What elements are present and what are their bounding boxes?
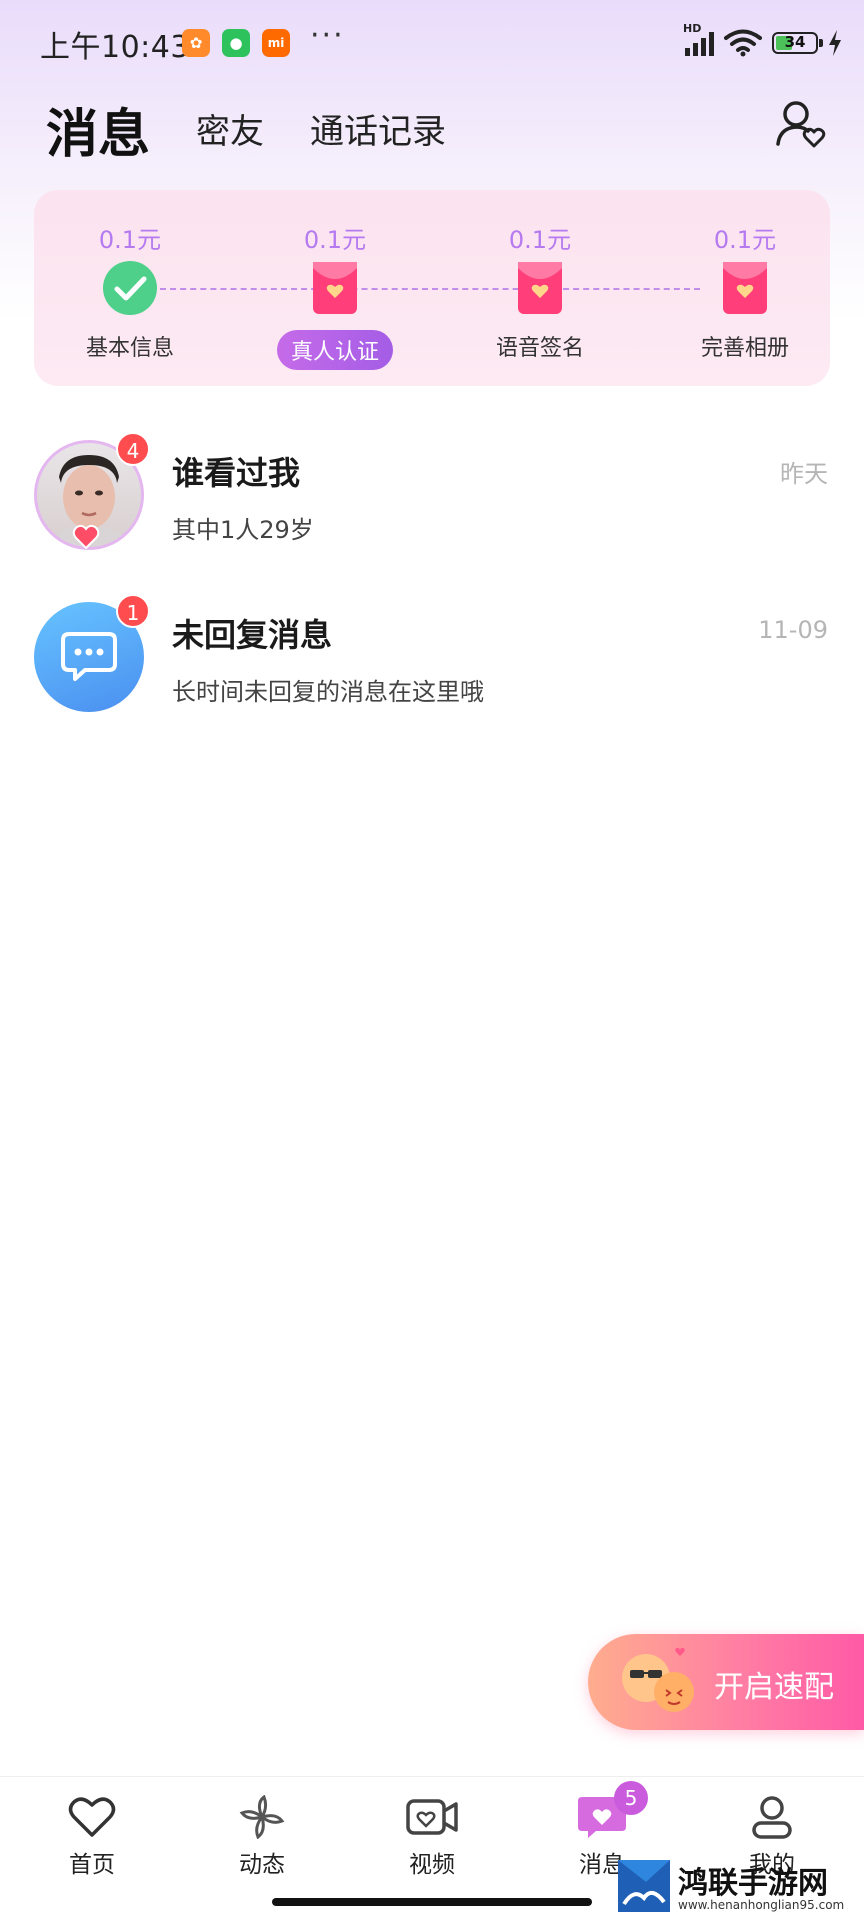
avatar: 4: [34, 432, 150, 550]
emoji-faces-icon: [622, 1647, 694, 1712]
chat-bubble-icon: [61, 632, 117, 681]
nav-label: 视频: [409, 1852, 455, 1878]
watermark: 鸿联手游网 www.henanhonglian95.com: [616, 1856, 864, 1920]
avatar: 1: [34, 594, 150, 712]
item-subtitle: 其中1人29岁: [172, 516, 314, 544]
battery-level: 34: [784, 33, 806, 51]
task-label: 完善相册: [700, 336, 789, 361]
quick-match-button[interactable]: 开启速配: [588, 1634, 864, 1730]
wechat-icon: ●: [222, 29, 250, 57]
charging-icon: [829, 30, 841, 56]
watermark-url: www.henanhonglian95.com: [678, 1898, 845, 1912]
task-reward: 0.1元: [713, 226, 777, 254]
watermark-logo: [618, 1860, 670, 1912]
task-reward: 0.1元: [508, 226, 572, 254]
top-tabs: 消息 密友 通话记录: [0, 84, 864, 184]
nav-badge: 5: [614, 1781, 648, 1815]
unread-badge: 1: [116, 594, 150, 628]
nav-moments[interactable]: 动态: [202, 1794, 322, 1879]
heart-icon: [72, 524, 100, 550]
app-notification-icon: ✿: [182, 29, 210, 57]
signal-icon: HD: [683, 22, 714, 56]
red-envelope-icon: [723, 262, 767, 314]
task-label: 基本信息: [85, 336, 174, 361]
pinwheel-icon: [239, 1794, 285, 1840]
nav-label: 动态: [239, 1852, 285, 1878]
nav-home[interactable]: 首页: [32, 1795, 152, 1879]
task-label: 语音签名: [495, 336, 584, 361]
tab-close-friends[interactable]: 密友: [196, 104, 264, 153]
tab-call-records[interactable]: 通话记录: [310, 104, 446, 153]
more-notifications-icon: ···: [310, 18, 345, 53]
unread-badge: 4: [116, 432, 150, 466]
list-item-unreplied-messages[interactable]: 1 未回复消息 长时间未回复的消息在这里哦 11-09: [0, 594, 864, 752]
status-bar: 上午10:43 ✿ ● mi ··· HD 34: [0, 0, 864, 84]
item-title: 未回复消息: [172, 616, 333, 654]
mi-icon: mi: [262, 29, 290, 57]
quick-match-label: 开启速配: [714, 1670, 834, 1705]
task-reward: 0.1元: [98, 226, 162, 254]
task-label: 真人认证: [245, 330, 425, 370]
item-time: 昨天: [780, 460, 828, 488]
battery-icon: 34: [772, 32, 823, 54]
profile-heart-icon[interactable]: [774, 96, 828, 150]
check-icon: [103, 261, 157, 315]
nav-label: 首页: [69, 1852, 115, 1878]
heart-icon: [68, 1797, 116, 1837]
nav-video[interactable]: 视频: [372, 1795, 492, 1879]
home-indicator[interactable]: [272, 1898, 592, 1906]
tab-messages[interactable]: 消息: [46, 92, 150, 167]
item-title: 谁看过我: [172, 454, 301, 492]
wifi-icon: [724, 29, 762, 57]
person-icon: [752, 1796, 792, 1839]
red-envelope-icon: [313, 262, 357, 314]
item-subtitle: 长时间未回复的消息在这里哦: [172, 678, 484, 706]
progress-dashed-line: [160, 288, 700, 290]
reward-task-card: 0.1元 基本信息 0.1元 真人认证 0.1元 语音签名 0.1元 完善相册: [34, 190, 830, 386]
list-item-who-viewed-me[interactable]: 4 谁看过我 其中1人29岁 昨天: [0, 432, 864, 590]
video-icon: [406, 1799, 458, 1835]
red-envelope-icon: [518, 262, 562, 314]
task-reward: 0.1元: [303, 226, 367, 254]
status-time: 上午10:43: [40, 30, 190, 65]
item-time: 11-09: [758, 616, 828, 644]
watermark-title: 鸿联手游网: [678, 1866, 828, 1901]
